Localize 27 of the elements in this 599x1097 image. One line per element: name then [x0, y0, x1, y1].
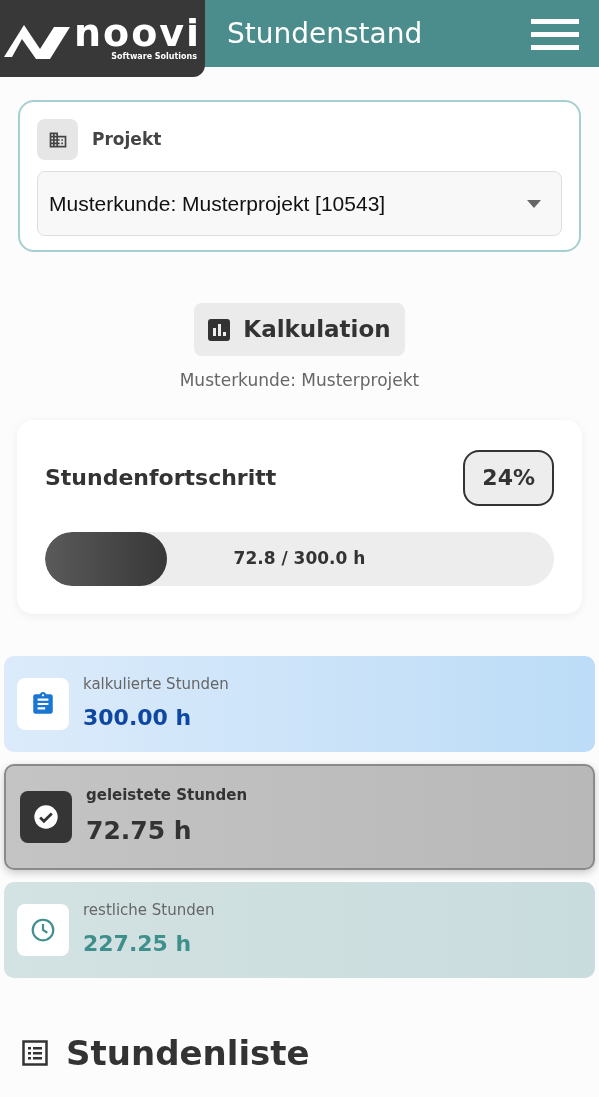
logo-tagline: Software Solutions	[111, 51, 199, 62]
menu-icon[interactable]	[531, 16, 579, 51]
caret-icon	[527, 199, 541, 208]
stat-card[interactable]: geleistete Stunden 72.75 h	[4, 763, 595, 870]
list-icon	[22, 1040, 48, 1066]
calculation-subtitle: Musterkunde: Musterprojekt	[179, 369, 420, 392]
project-label: Projekt	[92, 127, 162, 151]
check-circle-icon	[32, 802, 60, 831]
percent-badge: 24%	[463, 449, 554, 506]
stat-card[interactable]: kalkulierte Stunden 300.00 h	[4, 655, 595, 752]
page-title: Stundenstand	[227, 15, 423, 52]
clock-icon	[30, 916, 56, 943]
project-dropdown[interactable]: Musterkunde: Musterprojekt [10543]	[37, 171, 562, 236]
progress-title: Stundenfortschritt	[45, 464, 277, 492]
calculation-button[interactable]: Kalkulation	[194, 303, 405, 356]
stat-label: geleistete Stunden	[86, 784, 248, 806]
section-title: Stundenliste	[66, 1031, 310, 1075]
stat-label: restliche Stunden	[83, 899, 215, 921]
stat-value: 227.25 h	[83, 930, 193, 959]
logo-name: noovi	[74, 13, 202, 52]
stat-value: 300.00 h	[83, 704, 193, 733]
stat-card[interactable]: restliche Stunden 227.25 h	[4, 881, 595, 978]
stat-label: kalkulierte Stunden	[83, 673, 229, 695]
progress-reading: 72.8 / 300.0 h	[232, 546, 367, 570]
building-icon	[37, 119, 78, 160]
stat-value: 72.75 h	[86, 815, 193, 847]
bar-chart-icon	[208, 318, 231, 341]
